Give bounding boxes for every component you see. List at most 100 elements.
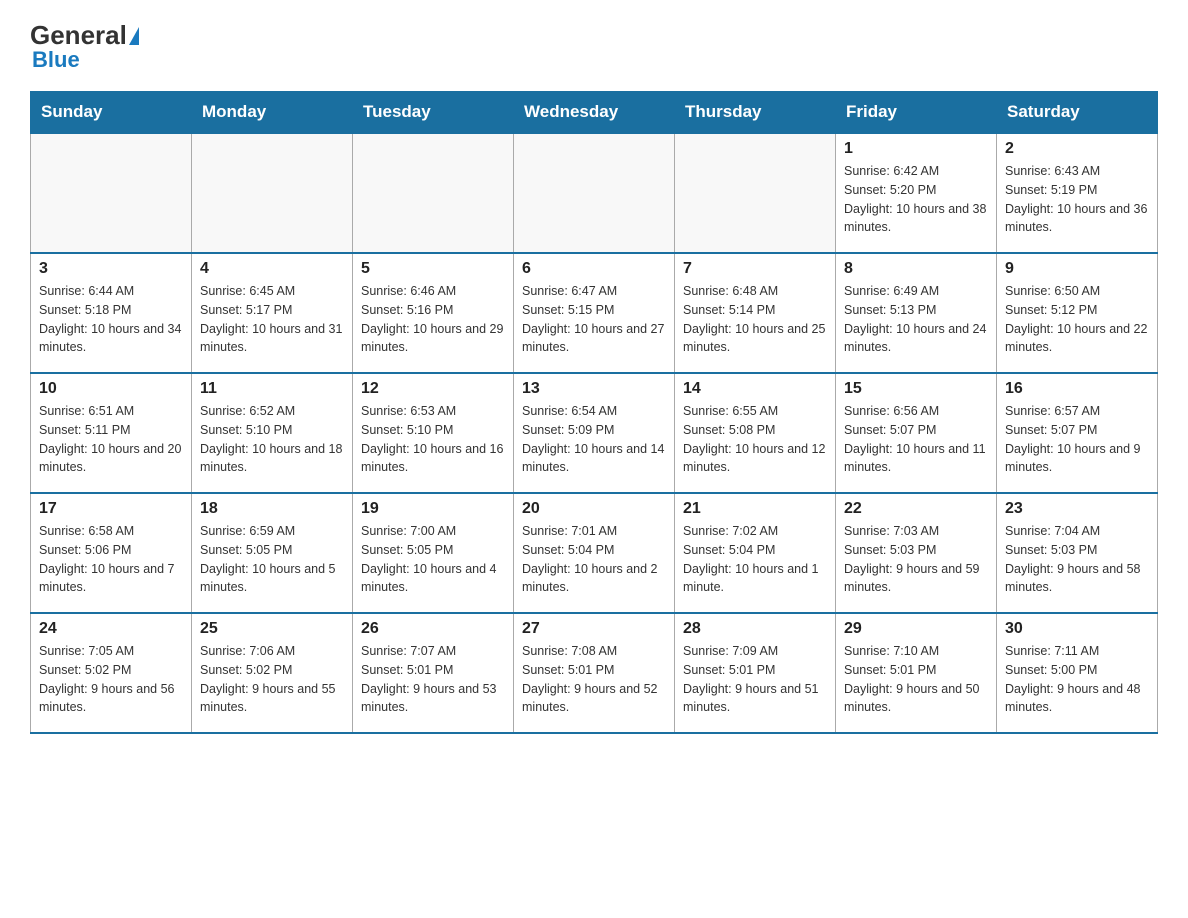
- day-number: 15: [844, 380, 988, 398]
- day-number: 19: [361, 500, 505, 518]
- calendar-cell: 3 Sunrise: 6:44 AMSunset: 5:18 PMDaylight…: [31, 253, 192, 373]
- day-number: 20: [522, 500, 666, 518]
- day-number: 2: [1005, 140, 1149, 158]
- day-number: 12: [361, 380, 505, 398]
- calendar-cell: 4 Sunrise: 6:45 AMSunset: 5:17 PMDaylight…: [192, 253, 353, 373]
- calendar-cell: 28 Sunrise: 7:09 AMSunset: 5:01 PMDayligh…: [675, 613, 836, 733]
- calendar-cell: 15 Sunrise: 6:56 AMSunset: 5:07 PMDayligh…: [836, 373, 997, 493]
- weekday-header-wednesday: Wednesday: [514, 92, 675, 134]
- calendar-cell: 24 Sunrise: 7:05 AMSunset: 5:02 PMDayligh…: [31, 613, 192, 733]
- calendar-cell: 6 Sunrise: 6:47 AMSunset: 5:15 PMDaylight…: [514, 253, 675, 373]
- day-number: 10: [39, 380, 183, 398]
- day-number: 7: [683, 260, 827, 278]
- day-info: Sunrise: 7:01 AMSunset: 5:04 PMDaylight:…: [522, 522, 666, 597]
- day-number: 14: [683, 380, 827, 398]
- day-info: Sunrise: 7:06 AMSunset: 5:02 PMDaylight:…: [200, 642, 344, 717]
- day-number: 1: [844, 140, 988, 158]
- day-info: Sunrise: 7:04 AMSunset: 5:03 PMDaylight:…: [1005, 522, 1149, 597]
- calendar-cell: 26 Sunrise: 7:07 AMSunset: 5:01 PMDayligh…: [353, 613, 514, 733]
- calendar-cell: 7 Sunrise: 6:48 AMSunset: 5:14 PMDaylight…: [675, 253, 836, 373]
- day-info: Sunrise: 6:48 AMSunset: 5:14 PMDaylight:…: [683, 282, 827, 357]
- day-info: Sunrise: 7:10 AMSunset: 5:01 PMDaylight:…: [844, 642, 988, 717]
- weekday-header-monday: Monday: [192, 92, 353, 134]
- day-number: 24: [39, 620, 183, 638]
- day-info: Sunrise: 6:51 AMSunset: 5:11 PMDaylight:…: [39, 402, 183, 477]
- calendar-cell: [675, 133, 836, 253]
- calendar-week-row: 1 Sunrise: 6:42 AMSunset: 5:20 PMDaylight…: [31, 133, 1158, 253]
- calendar-cell: [192, 133, 353, 253]
- day-info: Sunrise: 7:02 AMSunset: 5:04 PMDaylight:…: [683, 522, 827, 597]
- day-number: 9: [1005, 260, 1149, 278]
- calendar-cell: 12 Sunrise: 6:53 AMSunset: 5:10 PMDayligh…: [353, 373, 514, 493]
- calendar-cell: 11 Sunrise: 6:52 AMSunset: 5:10 PMDayligh…: [192, 373, 353, 493]
- day-info: Sunrise: 6:46 AMSunset: 5:16 PMDaylight:…: [361, 282, 505, 357]
- day-number: 4: [200, 260, 344, 278]
- calendar-cell: 9 Sunrise: 6:50 AMSunset: 5:12 PMDaylight…: [997, 253, 1158, 373]
- day-info: Sunrise: 6:45 AMSunset: 5:17 PMDaylight:…: [200, 282, 344, 357]
- calendar-cell: 16Sunrise: 6:57 AMSunset: 5:07 PMDayligh…: [997, 373, 1158, 493]
- day-number: 21: [683, 500, 827, 518]
- day-info: Sunrise: 6:42 AMSunset: 5:20 PMDaylight:…: [844, 162, 988, 237]
- day-number: 26: [361, 620, 505, 638]
- weekday-header-friday: Friday: [836, 92, 997, 134]
- day-number: 28: [683, 620, 827, 638]
- calendar-cell: 5 Sunrise: 6:46 AMSunset: 5:16 PMDaylight…: [353, 253, 514, 373]
- calendar-cell: 10 Sunrise: 6:51 AMSunset: 5:11 PMDayligh…: [31, 373, 192, 493]
- calendar-cell: 14 Sunrise: 6:55 AMSunset: 5:08 PMDayligh…: [675, 373, 836, 493]
- header: General Blue: [30, 20, 1158, 73]
- day-number: 16: [1005, 380, 1149, 398]
- calendar-cell: 2 Sunrise: 6:43 AMSunset: 5:19 PMDaylight…: [997, 133, 1158, 253]
- day-info: Sunrise: 7:03 AMSunset: 5:03 PMDaylight:…: [844, 522, 988, 597]
- day-info: Sunrise: 6:54 AMSunset: 5:09 PMDaylight:…: [522, 402, 666, 477]
- day-info: Sunrise: 6:58 AMSunset: 5:06 PMDaylight:…: [39, 522, 183, 597]
- day-number: 29: [844, 620, 988, 638]
- day-info: Sunrise: 7:08 AMSunset: 5:01 PMDaylight:…: [522, 642, 666, 717]
- day-info: Sunrise: 6:43 AMSunset: 5:19 PMDaylight:…: [1005, 162, 1149, 237]
- day-number: 6: [522, 260, 666, 278]
- day-number: 3: [39, 260, 183, 278]
- day-info: Sunrise: 6:59 AMSunset: 5:05 PMDaylight:…: [200, 522, 344, 597]
- calendar-cell: [514, 133, 675, 253]
- day-info: Sunrise: 6:47 AMSunset: 5:15 PMDaylight:…: [522, 282, 666, 357]
- day-number: 11: [200, 380, 344, 398]
- day-number: 13: [522, 380, 666, 398]
- calendar-cell: 21 Sunrise: 7:02 AMSunset: 5:04 PMDayligh…: [675, 493, 836, 613]
- calendar-cell: 23 Sunrise: 7:04 AMSunset: 5:03 PMDayligh…: [997, 493, 1158, 613]
- day-number: 5: [361, 260, 505, 278]
- logo-triangle-icon: [129, 27, 139, 45]
- day-info: Sunrise: 7:00 AMSunset: 5:05 PMDaylight:…: [361, 522, 505, 597]
- calendar-cell: 20 Sunrise: 7:01 AMSunset: 5:04 PMDayligh…: [514, 493, 675, 613]
- calendar-cell: 22 Sunrise: 7:03 AMSunset: 5:03 PMDayligh…: [836, 493, 997, 613]
- day-info: Sunrise: 7:11 AMSunset: 5:00 PMDaylight:…: [1005, 642, 1149, 717]
- weekday-header-sunday: Sunday: [31, 92, 192, 134]
- calendar-week-row: 10 Sunrise: 6:51 AMSunset: 5:11 PMDayligh…: [31, 373, 1158, 493]
- day-number: 8: [844, 260, 988, 278]
- day-info: Sunrise: 6:56 AMSunset: 5:07 PMDaylight:…: [844, 402, 988, 477]
- day-info: Sunrise: 7:07 AMSunset: 5:01 PMDaylight:…: [361, 642, 505, 717]
- day-number: 17: [39, 500, 183, 518]
- calendar-cell: [31, 133, 192, 253]
- calendar-cell: 29 Sunrise: 7:10 AMSunset: 5:01 PMDayligh…: [836, 613, 997, 733]
- calendar-cell: 25 Sunrise: 7:06 AMSunset: 5:02 PMDayligh…: [192, 613, 353, 733]
- day-info: Sunrise: 6:53 AMSunset: 5:10 PMDaylight:…: [361, 402, 505, 477]
- calendar-week-row: 24 Sunrise: 7:05 AMSunset: 5:02 PMDayligh…: [31, 613, 1158, 733]
- day-info: Sunrise: 7:09 AMSunset: 5:01 PMDaylight:…: [683, 642, 827, 717]
- day-info: Sunrise: 6:50 AMSunset: 5:12 PMDaylight:…: [1005, 282, 1149, 357]
- day-info: Sunrise: 6:55 AMSunset: 5:08 PMDaylight:…: [683, 402, 827, 477]
- calendar-week-row: 17 Sunrise: 6:58 AMSunset: 5:06 PMDayligh…: [31, 493, 1158, 613]
- weekday-header-row: SundayMondayTuesdayWednesdayThursdayFrid…: [31, 92, 1158, 134]
- day-number: 18: [200, 500, 344, 518]
- day-info: Sunrise: 6:44 AMSunset: 5:18 PMDaylight:…: [39, 282, 183, 357]
- calendar-cell: 19 Sunrise: 7:00 AMSunset: 5:05 PMDayligh…: [353, 493, 514, 613]
- calendar-cell: 13 Sunrise: 6:54 AMSunset: 5:09 PMDayligh…: [514, 373, 675, 493]
- weekday-header-thursday: Thursday: [675, 92, 836, 134]
- calendar-cell: 17 Sunrise: 6:58 AMSunset: 5:06 PMDayligh…: [31, 493, 192, 613]
- day-info: Sunrise: 6:52 AMSunset: 5:10 PMDaylight:…: [200, 402, 344, 477]
- calendar-cell: 27Sunrise: 7:08 AMSunset: 5:01 PMDayligh…: [514, 613, 675, 733]
- calendar-table: SundayMondayTuesdayWednesdayThursdayFrid…: [30, 91, 1158, 734]
- day-info: Sunrise: 7:05 AMSunset: 5:02 PMDaylight:…: [39, 642, 183, 717]
- day-number: 22: [844, 500, 988, 518]
- day-number: 25: [200, 620, 344, 638]
- day-number: 23: [1005, 500, 1149, 518]
- calendar-cell: 30Sunrise: 7:11 AMSunset: 5:00 PMDayligh…: [997, 613, 1158, 733]
